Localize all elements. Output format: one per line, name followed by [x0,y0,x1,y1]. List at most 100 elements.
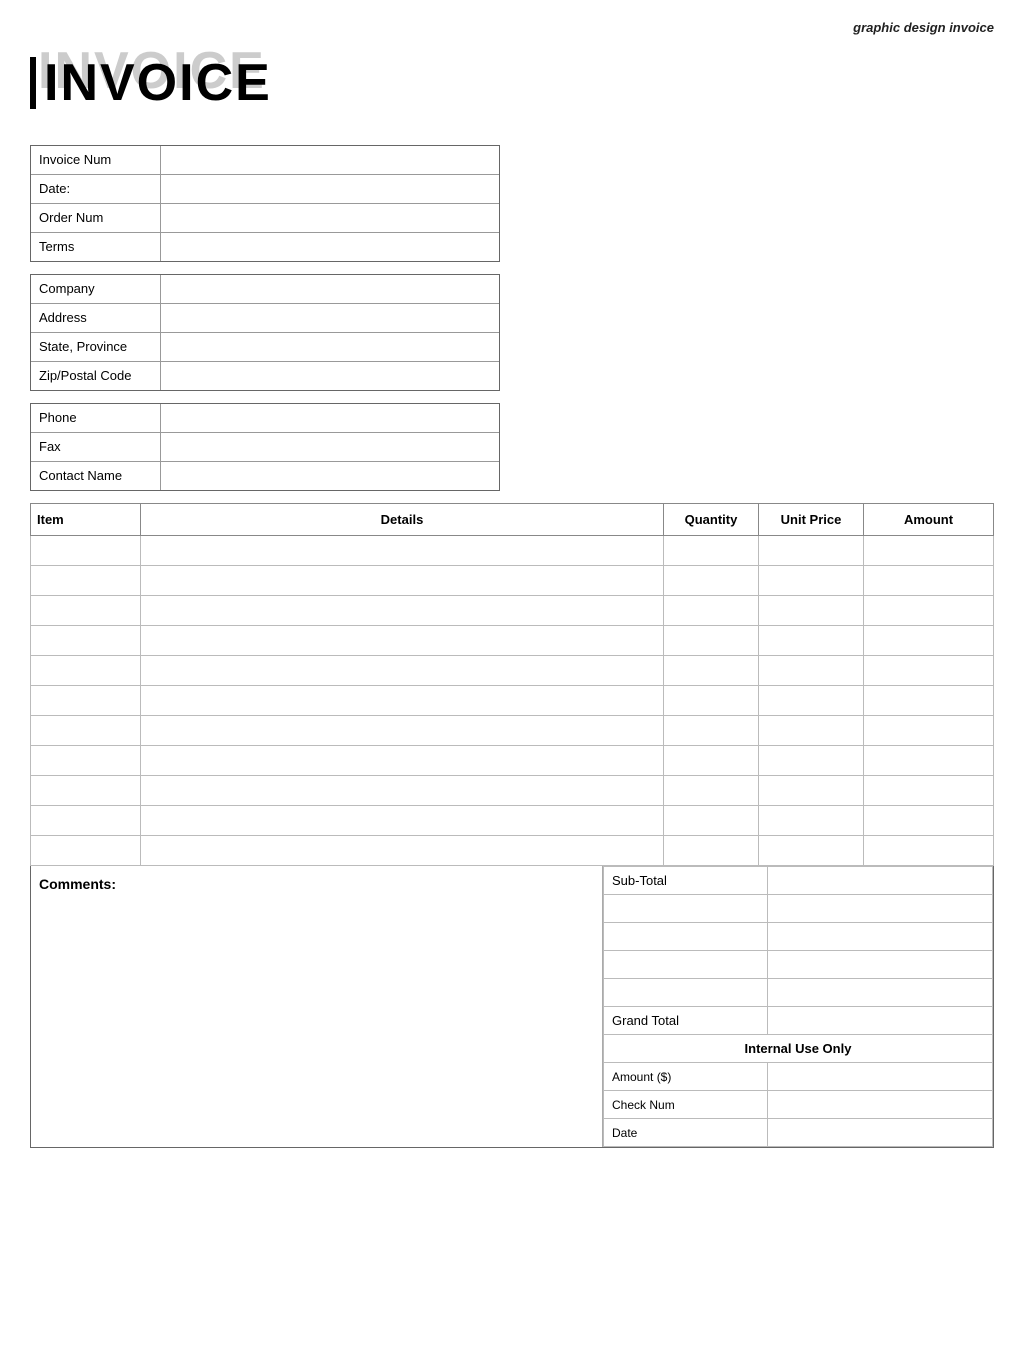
cell-details-4[interactable] [141,656,664,686]
cell-unitprice-5[interactable] [759,686,864,716]
cell-unitprice-10[interactable] [759,836,864,866]
cell-quantity-8[interactable] [664,776,759,806]
cell-item-4[interactable] [31,656,141,686]
cell-item-10[interactable] [31,836,141,866]
subtotal-value[interactable] [767,867,992,895]
grand-total-value[interactable] [767,1007,992,1035]
cell-unitprice-4[interactable] [759,656,864,686]
cell-details-9[interactable] [141,806,664,836]
cell-amount-3[interactable] [864,626,994,656]
cell-unitprice-0[interactable] [759,536,864,566]
contact-name-value[interactable] [161,462,499,490]
cell-unitprice-9[interactable] [759,806,864,836]
cell-details-1[interactable] [141,566,664,596]
cell-details-5[interactable] [141,686,664,716]
cell-item-3[interactable] [31,626,141,656]
cell-amount-6[interactable] [864,716,994,746]
extra-row-2 [604,923,993,951]
contact-name-row: Contact Name [31,462,499,490]
state-province-label: State, Province [31,333,161,361]
check-num-value[interactable] [767,1091,992,1119]
cell-amount-0[interactable] [864,536,994,566]
cell-quantity-3[interactable] [664,626,759,656]
internal-use-header-row: Internal Use Only [604,1035,993,1063]
cell-details-10[interactable] [141,836,664,866]
extra-value-4[interactable] [767,979,992,1007]
cell-amount-10[interactable] [864,836,994,866]
cell-quantity-9[interactable] [664,806,759,836]
cell-item-8[interactable] [31,776,141,806]
cell-amount-2[interactable] [864,596,994,626]
cell-unitprice-3[interactable] [759,626,864,656]
cell-unitprice-8[interactable] [759,776,864,806]
cell-unitprice-2[interactable] [759,596,864,626]
check-num-label: Check Num [604,1091,768,1119]
cell-amount-7[interactable] [864,746,994,776]
cell-quantity-5[interactable] [664,686,759,716]
cell-unitprice-7[interactable] [759,746,864,776]
extra-row-4 [604,979,993,1007]
col-header-amount: Amount [864,504,994,536]
terms-label: Terms [31,233,161,261]
company-value[interactable] [161,275,499,303]
amount-dollar-value[interactable] [767,1063,992,1091]
invoice-info-section: Invoice Num Date: Order Num Terms [30,145,500,262]
extra-value-3[interactable] [767,951,992,979]
cell-quantity-10[interactable] [664,836,759,866]
cell-details-0[interactable] [141,536,664,566]
col-header-unitprice: Unit Price [759,504,864,536]
fax-value[interactable] [161,433,499,461]
cell-item-6[interactable] [31,716,141,746]
extra-value-1[interactable] [767,895,992,923]
internal-date-row: Date [604,1119,993,1147]
invoice-num-value[interactable] [161,146,499,174]
bottom-section: Comments: Sub-Total [30,866,994,1148]
cell-quantity-6[interactable] [664,716,759,746]
cell-quantity-7[interactable] [664,746,759,776]
table-row [31,686,994,716]
internal-date-value[interactable] [767,1119,992,1147]
cell-amount-1[interactable] [864,566,994,596]
terms-value[interactable] [161,233,499,261]
company-info-section: Company Address State, Province Zip/Post… [30,274,500,391]
invoice-title-container: INVOICE INVOICE [30,45,994,125]
cell-quantity-0[interactable] [664,536,759,566]
cell-amount-8[interactable] [864,776,994,806]
totals-table: Sub-Total [603,866,993,1147]
cell-details-6[interactable] [141,716,664,746]
extra-value-2[interactable] [767,923,992,951]
order-num-value[interactable] [161,204,499,232]
check-num-row: Check Num [604,1091,993,1119]
phone-value[interactable] [161,404,499,432]
page-header-title: graphic design invoice [30,20,994,35]
cell-quantity-1[interactable] [664,566,759,596]
cell-item-7[interactable] [31,746,141,776]
cell-quantity-2[interactable] [664,596,759,626]
cell-quantity-4[interactable] [664,656,759,686]
cell-amount-4[interactable] [864,656,994,686]
invoice-num-row: Invoice Num [31,146,499,175]
cell-details-3[interactable] [141,626,664,656]
cell-item-0[interactable] [31,536,141,566]
cell-unitprice-6[interactable] [759,716,864,746]
fax-row: Fax [31,433,499,462]
date-value[interactable] [161,175,499,203]
zip-postal-value[interactable] [161,362,499,390]
cell-details-8[interactable] [141,776,664,806]
cell-unitprice-1[interactable] [759,566,864,596]
cell-amount-9[interactable] [864,806,994,836]
cell-item-1[interactable] [31,566,141,596]
address-value[interactable] [161,304,499,332]
cell-details-7[interactable] [141,746,664,776]
cell-item-5[interactable] [31,686,141,716]
table-row [31,836,994,866]
cell-item-9[interactable] [31,806,141,836]
comments-section: Comments: [31,866,603,1147]
cell-item-2[interactable] [31,596,141,626]
cell-details-2[interactable] [141,596,664,626]
extra-label-2 [604,923,768,951]
extra-row-3 [604,951,993,979]
state-province-value[interactable] [161,333,499,361]
cell-amount-5[interactable] [864,686,994,716]
table-row [31,776,994,806]
